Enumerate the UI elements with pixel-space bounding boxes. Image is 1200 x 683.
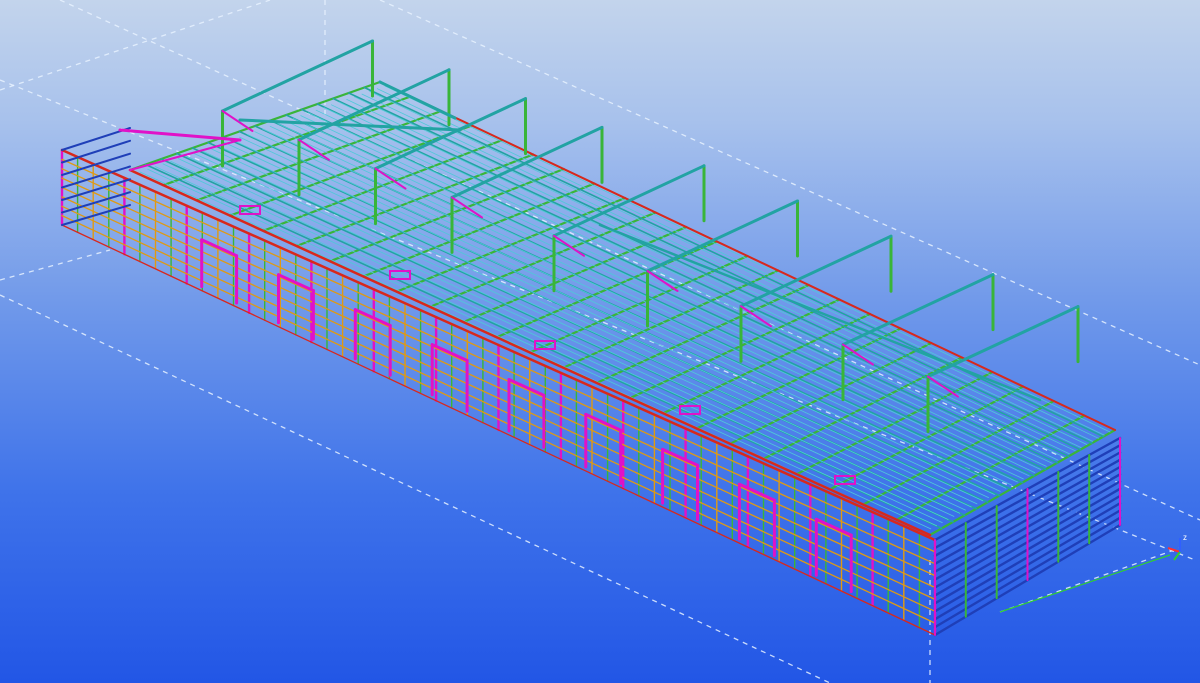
roof-purlin-thin — [223, 141, 989, 499]
ridge-beam — [598, 223, 1042, 402]
door-header — [737, 482, 776, 502]
wall-girt — [61, 196, 936, 601]
wall-girt — [61, 168, 936, 565]
roof-purlin-thin — [277, 123, 1030, 477]
roof-purlin-thin — [346, 99, 1082, 449]
back-eave — [379, 81, 1116, 431]
grid-line — [59, 0, 1200, 521]
portal-rafter — [926, 305, 1080, 379]
wall-girt — [61, 205, 936, 612]
roof-purlin-thin — [162, 163, 943, 523]
roof-purlin-thin — [361, 93, 1094, 442]
steel-building-frame[interactable] — [60, 39, 1122, 637]
roof-purlin-thin — [369, 91, 1099, 439]
roof-purlin-thin — [338, 101, 1076, 452]
roof-purlin-thin — [254, 131, 1013, 486]
roof-purlin-thin — [315, 109, 1059, 461]
door-header — [661, 447, 699, 467]
door-header — [814, 517, 853, 537]
grid-line — [0, 249, 111, 281]
roof-purlin-thin — [177, 158, 955, 517]
front-eave — [128, 168, 932, 537]
wall-girt — [61, 158, 936, 553]
roof-purlin-thin — [285, 120, 1036, 474]
portal-rafter — [646, 199, 799, 273]
door-header — [430, 343, 469, 362]
axis-y — [1173, 551, 1181, 561]
end-wall-girt — [61, 191, 131, 214]
portal-rafter — [221, 39, 374, 113]
end-wall-girt — [61, 139, 131, 164]
roof-purlin-thin — [323, 107, 1065, 458]
roof-purlin-thin — [384, 85, 1111, 433]
grid-line — [0, 0, 271, 91]
portal-brace — [927, 375, 959, 398]
grid-line — [0, 294, 831, 683]
axis-z-label: z — [1183, 533, 1187, 542]
coordinate-axes-icon: z — [1167, 533, 1187, 561]
portal-rafter — [739, 234, 893, 308]
structural-3d-model[interactable]: z — [0, 0, 1200, 683]
grid-axis-line — [999, 554, 1171, 613]
model-viewport[interactable]: z — [0, 0, 1200, 683]
roof-purlin-thin — [170, 160, 949, 520]
roof-purlin — [144, 163, 943, 530]
portal-rafter — [841, 273, 995, 347]
roof-purlin-thin — [330, 104, 1070, 455]
door-header — [584, 412, 623, 432]
